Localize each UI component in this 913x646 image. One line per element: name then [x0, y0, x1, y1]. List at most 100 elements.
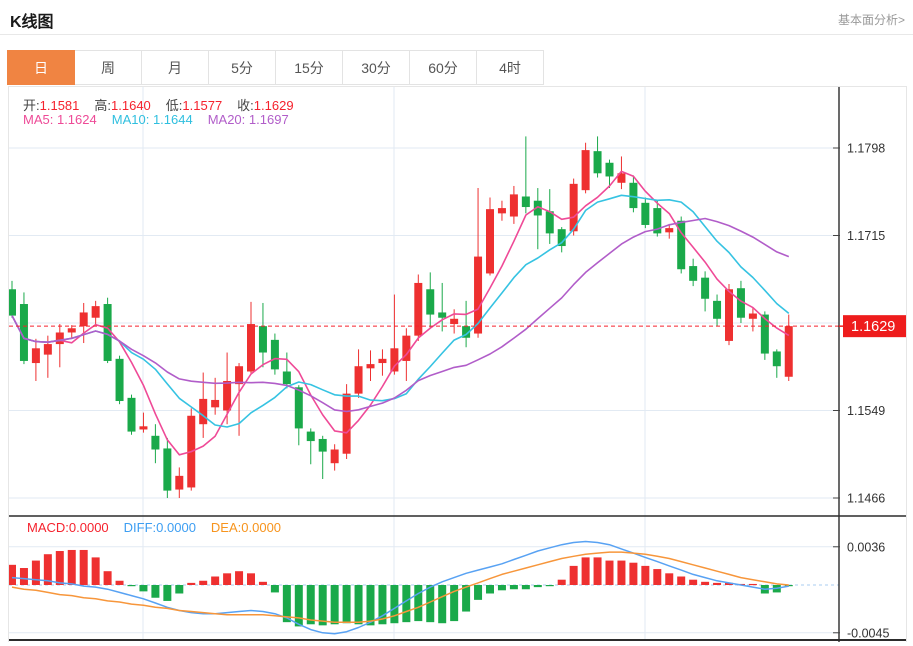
macd-histogram-bar: [689, 580, 697, 585]
macd-tick-label: 0.0036: [847, 540, 885, 554]
diff-line: [12, 542, 789, 634]
candle-up: [139, 426, 147, 429]
macd-histogram-bar: [355, 585, 363, 624]
macd-histogram-bar: [139, 585, 147, 591]
macd-histogram-bar: [104, 571, 112, 585]
candle-down: [151, 436, 159, 450]
candle-up: [355, 366, 363, 393]
macd-histogram-bar: [295, 585, 303, 626]
candle-up: [175, 476, 183, 490]
macd-histogram-bar: [343, 585, 351, 623]
candle-down: [713, 301, 721, 319]
candle-down: [522, 196, 530, 207]
candle-up: [378, 359, 386, 363]
candle-down: [271, 340, 279, 370]
candle-down: [546, 211, 554, 233]
price-tick-label: 1.1798: [847, 142, 885, 156]
candle-up: [235, 366, 243, 384]
macd-histogram-bar: [390, 585, 398, 623]
candle-up: [343, 394, 351, 454]
candle-down: [701, 278, 709, 299]
macd-histogram-bar: [92, 557, 100, 585]
candle-down: [295, 387, 303, 428]
tab-15min[interactable]: 15分: [275, 50, 343, 85]
candle-up: [223, 381, 231, 411]
candle-up: [68, 328, 76, 332]
ma20-line: [12, 219, 789, 412]
current-price-tag-label: 1.1629: [851, 319, 895, 335]
macd-histogram-bar: [247, 573, 255, 585]
macd-histogram-bar: [151, 585, 159, 598]
dea-line: [12, 552, 789, 622]
macd-histogram-bar: [128, 585, 136, 586]
macd-histogram-bar: [56, 551, 64, 585]
candle-up: [414, 283, 422, 336]
tab-5min[interactable]: 5分: [208, 50, 276, 85]
candle-up: [44, 344, 52, 355]
candle-down: [773, 351, 781, 366]
macd-histogram-bar: [235, 571, 243, 585]
macd-histogram-bar: [271, 585, 279, 592]
candle-down: [307, 432, 315, 441]
candle-up: [498, 208, 506, 213]
candle-up: [247, 324, 255, 371]
tab-weekly[interactable]: 周: [74, 50, 142, 85]
macd-histogram-bar: [582, 557, 590, 585]
kline-chart-canvas[interactable]: 1.17981.17151.15491.14660.0036-0.00451.1…: [9, 87, 906, 642]
price-tick-label: 1.1715: [847, 229, 885, 243]
candle-down: [689, 266, 697, 281]
candle-up: [749, 314, 757, 319]
candle-down: [283, 371, 291, 384]
candle-down: [128, 398, 136, 432]
candle-up: [665, 228, 673, 232]
macd-histogram-bar: [522, 585, 530, 589]
candle-up: [510, 194, 518, 216]
macd-histogram-bar: [474, 585, 482, 600]
candle-up: [32, 348, 40, 363]
macd-histogram-bar: [713, 583, 721, 585]
tab-4hour[interactable]: 4时: [476, 50, 544, 85]
candle-down: [594, 151, 602, 173]
candle-up: [92, 306, 100, 318]
macd-tick-label: -0.0045: [847, 626, 889, 640]
macd-histogram-bar: [606, 561, 614, 585]
macd-histogram-bar: [498, 585, 506, 590]
candle-down: [163, 448, 171, 490]
candle-down: [606, 163, 614, 177]
macd-histogram-bar: [486, 585, 494, 593]
macd-histogram-bar: [629, 563, 637, 585]
macd-histogram-bar: [701, 582, 709, 585]
price-tick-label: 1.1466: [847, 491, 885, 505]
candle-up: [390, 348, 398, 371]
candle-up: [725, 289, 733, 341]
candle-up: [474, 257, 482, 334]
macd-histogram-bar: [163, 585, 171, 601]
candle-up: [80, 312, 88, 326]
tab-30min[interactable]: 30分: [342, 50, 410, 85]
macd-histogram-bar: [68, 550, 76, 585]
fundamental-analysis-link[interactable]: 基本面分析>: [838, 11, 905, 28]
macd-histogram-bar: [32, 561, 40, 585]
tab-monthly[interactable]: 月: [141, 50, 209, 85]
macd-histogram-bar: [653, 569, 661, 585]
macd-histogram-bar: [175, 585, 183, 593]
macd-histogram-bar: [677, 577, 685, 585]
macd-histogram-bar: [570, 566, 578, 585]
candle-down: [319, 439, 327, 452]
macd-histogram-bar: [259, 582, 267, 585]
candle-up: [486, 209, 494, 273]
macd-histogram-bar: [641, 566, 649, 585]
candle-up: [211, 400, 219, 407]
macd-histogram-bar: [9, 565, 16, 585]
macd-histogram-bar: [749, 584, 757, 585]
macd-histogram-bar: [116, 581, 124, 585]
tab-daily[interactable]: 日: [7, 50, 75, 85]
macd-histogram-bar: [438, 585, 446, 623]
macd-histogram-bar: [546, 585, 554, 586]
candle-down: [116, 359, 124, 401]
candle-up: [367, 364, 375, 368]
candle-up: [331, 450, 339, 464]
macd-histogram-bar: [414, 585, 422, 621]
tab-60min[interactable]: 60分: [409, 50, 477, 85]
macd-histogram-bar: [199, 581, 207, 585]
